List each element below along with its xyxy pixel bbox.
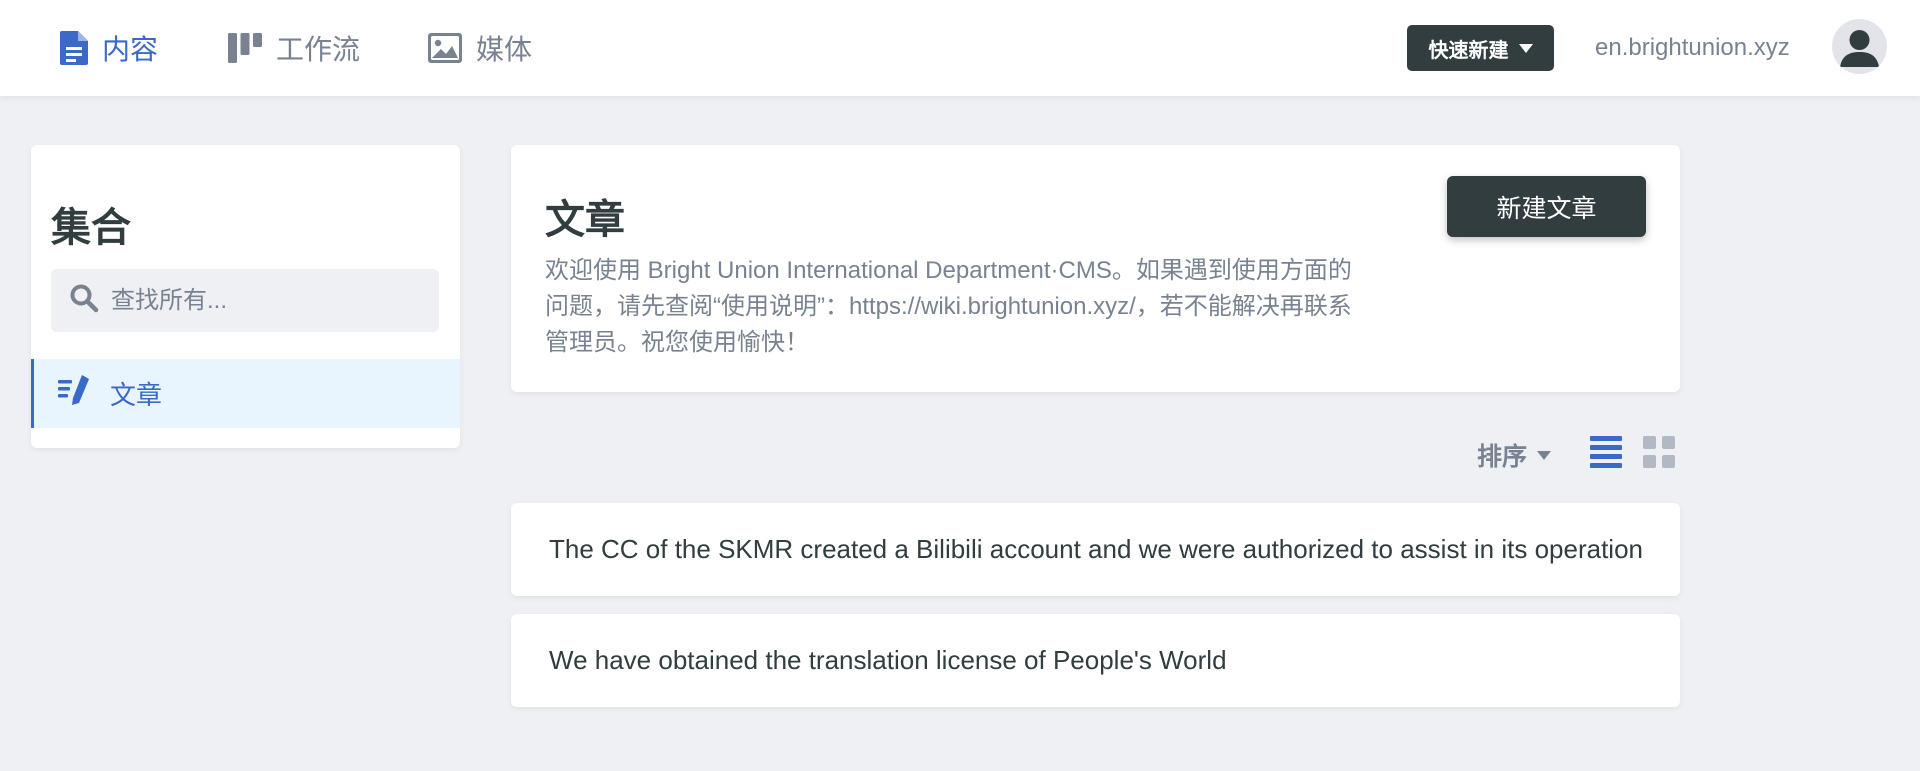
user-avatar[interactable] — [1832, 19, 1887, 74]
workflow-board-icon — [228, 33, 262, 63]
nav-tab-label: 内容 — [102, 34, 159, 65]
nav-tab-content[interactable]: 内容 — [60, 28, 158, 68]
quick-new-label: 快速新建 — [1428, 39, 1509, 62]
nav-tab-workflow[interactable]: 工作流 — [228, 28, 360, 68]
grid-view-icon — [1643, 436, 1675, 468]
sort-label: 排序 — [1477, 443, 1528, 471]
top-nav-bar: 内容 工作流 媒体 快速新建 en.brightunion.xyz — [0, 0, 1920, 96]
site-url-link[interactable]: en.brightunion.xyz — [1595, 34, 1790, 62]
search-input[interactable] — [109, 285, 429, 316]
grid-view-button[interactable] — [1641, 434, 1677, 470]
collection-header-card: 文章 欢迎使用 Bright Union International Depar… — [511, 145, 1680, 392]
document-icon — [60, 31, 88, 65]
sidebar-item-articles[interactable]: 文章 — [31, 359, 460, 428]
write-icon — [58, 374, 90, 413]
entry-card[interactable]: We have obtained the translation license… — [511, 614, 1680, 707]
entry-card[interactable]: The CC of the SKMR created a Bilibili ac… — [511, 503, 1680, 596]
entry-title: The CC of the SKMR created a Bilibili ac… — [549, 534, 1643, 564]
entry-title: We have obtained the translation license… — [549, 645, 1227, 675]
sidebar-item-label: 文章 — [110, 380, 163, 410]
nav-tab-media[interactable]: 媒体 — [428, 28, 532, 68]
collections-sidebar: 集合 文章 — [31, 145, 460, 448]
image-icon — [428, 33, 462, 63]
search-icon — [69, 283, 99, 318]
list-view-icon — [1590, 436, 1622, 468]
sort-dropdown[interactable]: 排序 — [1477, 437, 1552, 473]
nav-tab-label: 工作流 — [276, 34, 361, 65]
nav-tab-label: 媒体 — [476, 34, 533, 65]
search-box[interactable] — [51, 269, 439, 332]
quick-new-button[interactable]: 快速新建 — [1407, 25, 1554, 71]
new-article-button[interactable]: 新建文章 — [1447, 176, 1646, 237]
sidebar-title: 集合 — [51, 206, 131, 250]
collection-description: 欢迎使用 Bright Union International Departme… — [545, 257, 1352, 356]
user-silhouette-icon — [1840, 30, 1879, 67]
collection-title: 文章 — [545, 198, 625, 242]
list-view-button[interactable] — [1588, 434, 1624, 470]
caret-down-icon — [1518, 43, 1533, 53]
caret-down-icon — [1537, 450, 1552, 460]
